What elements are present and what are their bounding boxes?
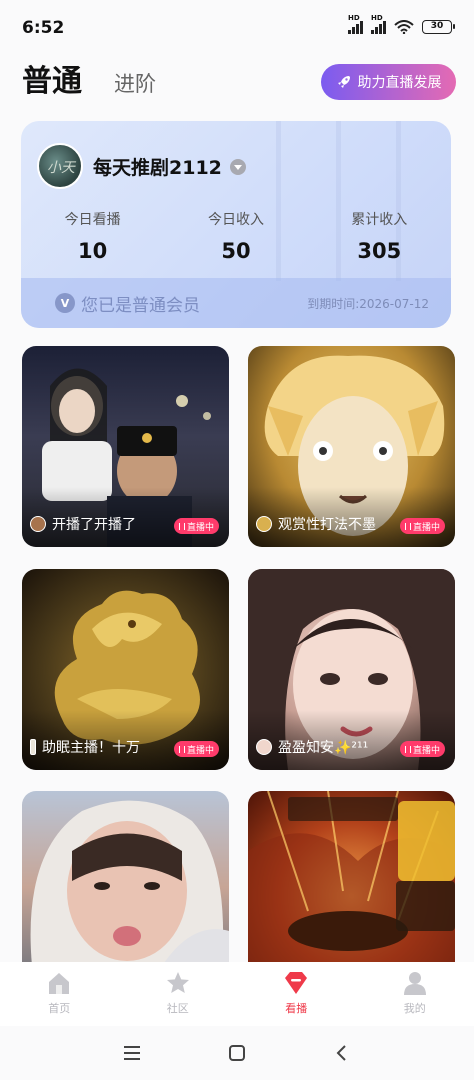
live-title: 盈盈知安✨²¹¹ [278,740,369,756]
tab-normal-member[interactable]: 普通 [22,56,82,100]
stat-total-income: 累计收入 305 [351,212,408,263]
member-card: 小天 每天推剧2112 今日看播 10 今日收入 50 累计收入 305 V 您… [21,121,451,328]
stats-row: 今日看播 10 今日收入 50 累计收入 305 [21,209,451,263]
home-square-icon[interactable] [227,1043,247,1063]
live-title: 助眠主播！十万 [42,740,140,756]
nav-profile[interactable]: 我的 [356,962,474,1026]
status-time: 6:52 [22,18,65,38]
avatar[interactable]: 小天 [37,143,83,189]
boost-live-label: 助力直播发展 [357,75,442,91]
back-icon[interactable] [332,1043,352,1063]
live-card[interactable] [22,791,229,966]
system-navigation [0,1026,474,1080]
username: 每天推剧2112 [93,157,222,179]
membership-bar: V 您已是普通会员 到期时间:2026-07-12 [21,278,451,328]
status-bar: 6:52 HD HD 30 [0,0,474,56]
wifi-icon [394,20,414,34]
live-title: 观赏性打法不墨 [278,517,376,533]
live-status-badge: 直播中 [173,741,219,757]
vip-icon: V [55,293,75,313]
live-status-badge: 直播中 [399,741,445,757]
live-card[interactable]: 开播了开播了 直播中 [22,346,229,547]
streamer-avatar [256,516,272,532]
nav-community[interactable]: 社区 [119,962,238,1026]
nav-watch[interactable]: 看播 [237,962,356,1026]
tab-advanced-member[interactable]: 进阶 [114,68,156,98]
live-title: 开播了开播了 [52,517,136,533]
rocket-icon [337,76,350,88]
streamer-avatar [30,739,36,755]
expire-date: 到期时间:2026-07-12 [307,296,429,311]
username-selector[interactable]: 每天推剧2112 [93,153,246,180]
stat-today-income: 今日收入 50 [207,212,264,263]
live-card[interactable]: 观赏性打法不墨 直播中 [248,346,455,547]
boost-live-button[interactable]: 助力直播发展 [321,64,456,100]
signal-icon: HD [371,14,386,34]
live-status-badge: 直播中 [173,518,219,534]
live-status-badge: 直播中 [399,518,445,534]
bottom-navigation: 首页 社区 看播 我的 [0,962,474,1026]
nav-home[interactable]: 首页 [0,962,119,1026]
star-icon [166,972,189,993]
live-thumbnail [248,791,455,966]
chevron-down-icon [229,158,246,175]
person-icon [403,972,426,995]
diamond-icon [285,972,308,994]
live-thumbnail [22,791,229,966]
membership-status: V 您已是普通会员 [55,291,200,316]
home-icon [49,973,70,994]
header-tabs: 普通 进阶 [22,56,156,100]
menu-icon[interactable] [122,1043,142,1063]
live-card[interactable]: 助眠主播！十万 直播中 [22,569,229,770]
stat-today-watch: 今日看播 10 [64,212,121,263]
battery-icon: 30 [422,20,455,34]
signal-icon: HD [348,14,363,34]
live-card[interactable]: 盈盈知安✨²¹¹ 直播中 [248,569,455,770]
streamer-avatar [30,516,46,532]
streamer-avatar [256,739,272,755]
app-screen: 6:52 HD HD 30 普通 进阶 助力直播发展 小天 每天推剧2112 今… [0,0,474,1080]
live-card[interactable] [248,791,455,966]
status-icons: HD HD 30 [348,14,455,34]
